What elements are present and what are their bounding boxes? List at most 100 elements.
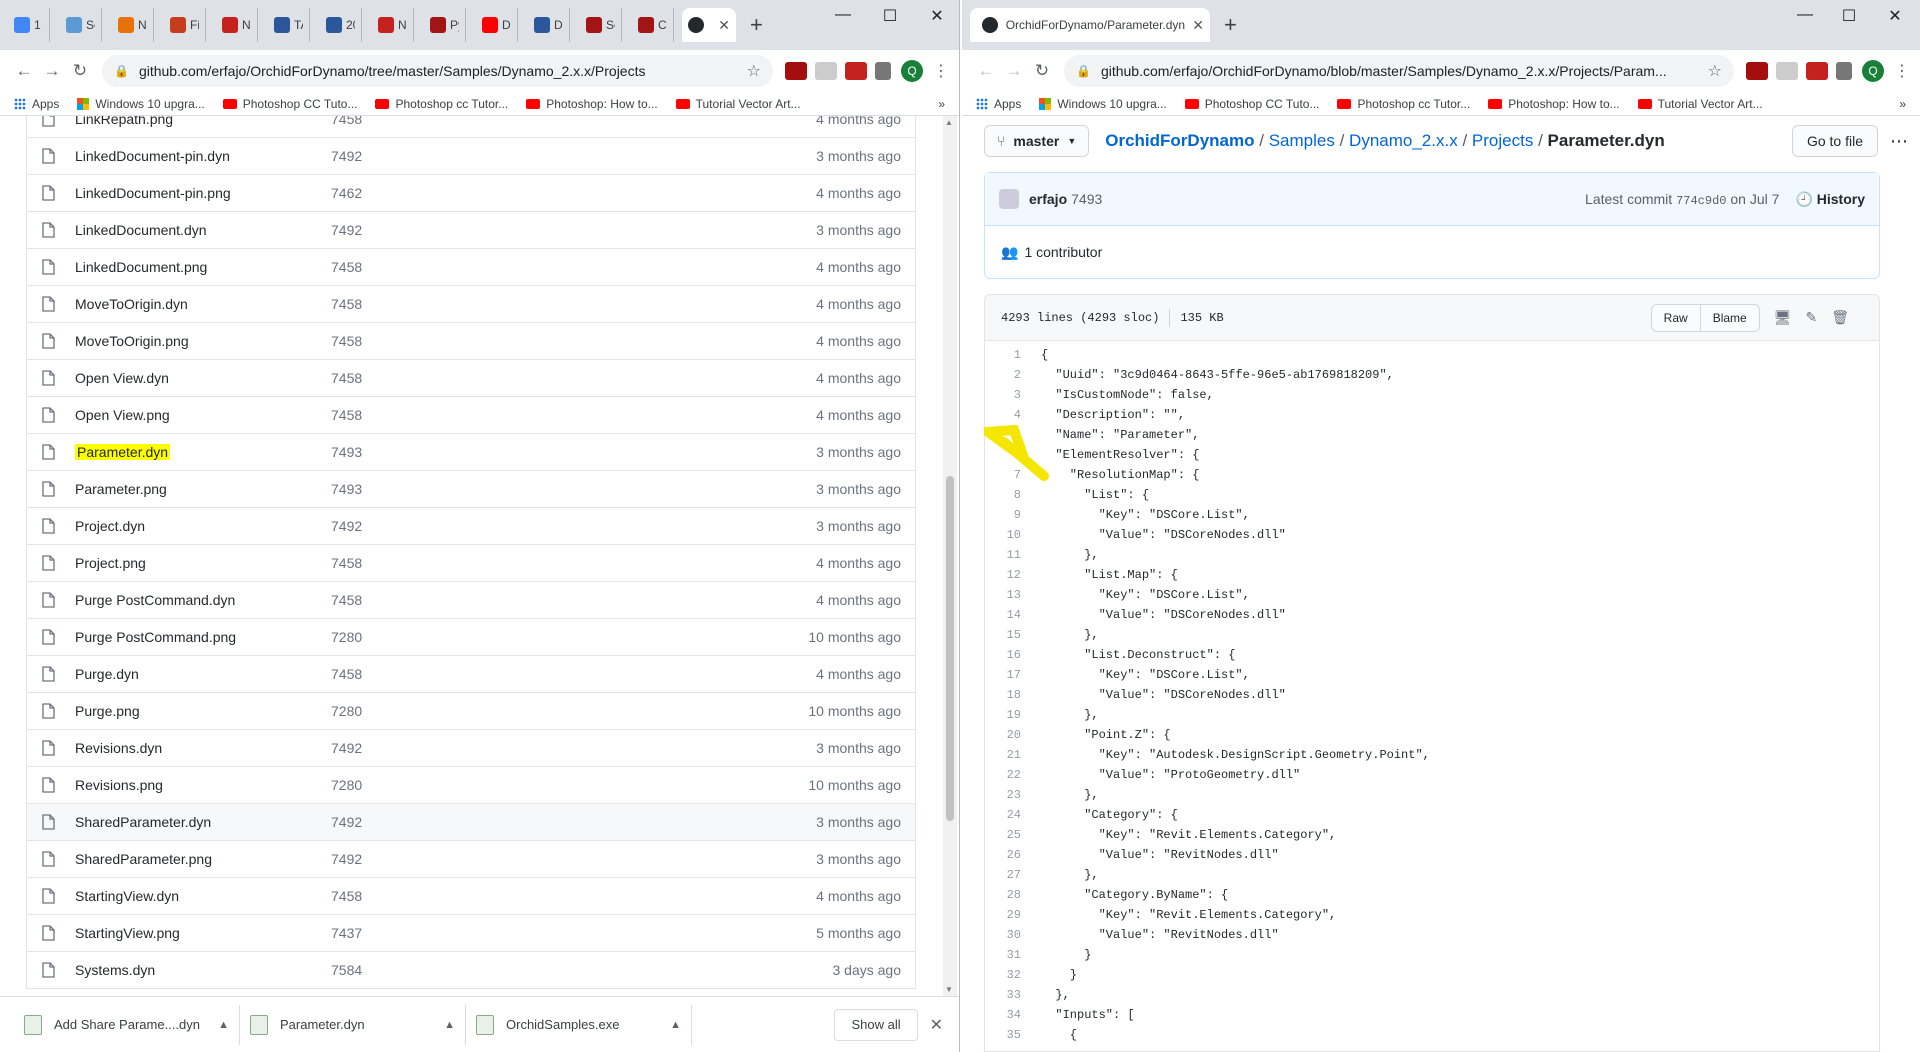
bookmark-5[interactable]: Tutorial Vector Art...: [1637, 97, 1763, 111]
chevron-up-icon[interactable]: ▲: [670, 1019, 681, 1031]
line-number[interactable]: 28: [985, 885, 1035, 905]
file-name-link[interactable]: MoveToOrigin.png: [75, 333, 331, 349]
line-number[interactable]: 9: [985, 505, 1035, 525]
tab-6[interactable]: 20: [320, 8, 362, 42]
bookmark-4[interactable]: Photoshop: How to...: [526, 97, 658, 111]
file-name-link[interactable]: Open View.png: [75, 407, 331, 423]
profile-avatar[interactable]: Q: [1862, 60, 1884, 82]
tab-11[interactable]: Se: [580, 8, 622, 42]
file-name-link[interactable]: Parameter.png: [75, 481, 331, 497]
file-name-link[interactable]: LinkedDocument-pin.png: [75, 185, 331, 201]
file-row[interactable]: LinkedDocument.dyn 7492 3 months ago: [27, 211, 915, 248]
bookmark-4[interactable]: Photoshop: How to...: [1488, 97, 1620, 111]
file-commit-message[interactable]: 7458: [331, 259, 735, 275]
tab-active-github[interactable]: ✕: [682, 8, 736, 42]
bookmark-1[interactable]: Windows 10 upgra...: [77, 97, 205, 111]
bookmark-star-icon[interactable]: ☆: [747, 61, 761, 81]
file-row[interactable]: Open View.png 7458 4 months ago: [27, 396, 915, 433]
file-name-link[interactable]: Revisions.dyn: [75, 740, 331, 756]
line-number[interactable]: 24: [985, 805, 1035, 825]
file-commit-message[interactable]: 7492: [331, 740, 735, 756]
line-number[interactable]: 34: [985, 1005, 1035, 1025]
more-options-icon[interactable]: ⋯: [1890, 131, 1908, 152]
line-number[interactable]: 33: [985, 985, 1035, 1005]
forward-icon[interactable]: →: [1000, 61, 1028, 81]
file-name-link[interactable]: Purge PostCommand.dyn: [75, 592, 331, 608]
extension-pdf-icon[interactable]: [1806, 62, 1828, 80]
tab-9[interactable]: D: [476, 8, 518, 42]
line-number[interactable]: 22: [985, 765, 1035, 785]
line-number[interactable]: 11: [985, 545, 1035, 565]
file-commit-message[interactable]: 7437: [331, 925, 735, 941]
bookmark-3[interactable]: Photoshop cc Tutor...: [1337, 97, 1470, 111]
tab-3[interactable]: Fi: [164, 8, 206, 42]
file-commit-message[interactable]: 7458: [331, 296, 735, 312]
commit-message[interactable]: 7493: [1071, 191, 1102, 207]
maximize-icon[interactable]: ☐: [870, 6, 910, 26]
breadcrumb-link-projects[interactable]: Projects: [1472, 131, 1533, 150]
file-name-link[interactable]: Revisions.png: [75, 777, 331, 793]
line-number[interactable]: 18: [985, 685, 1035, 705]
reload-icon[interactable]: ↻: [66, 61, 94, 81]
maximize-icon[interactable]: ☐: [1829, 6, 1869, 26]
extension-translate-icon[interactable]: [1776, 62, 1798, 80]
file-row[interactable]: LinkedDocument-pin.dyn 7492 3 months ago: [27, 137, 915, 174]
line-number[interactable]: 16: [985, 645, 1035, 665]
line-number[interactable]: 2: [985, 365, 1035, 385]
blame-button[interactable]: Blame: [1700, 303, 1760, 332]
tab-active-github[interactable]: OrchidForDynamo/Parameter.dyn ✕: [970, 8, 1210, 42]
extension-translate-icon[interactable]: [815, 62, 837, 80]
tab-8[interactable]: Py: [424, 8, 466, 42]
page-scrollbar[interactable]: ▲ ▼: [943, 116, 957, 996]
minimize-icon[interactable]: —: [1785, 6, 1825, 24]
line-number[interactable]: 1: [985, 345, 1035, 365]
download-item[interactable]: OrchidSamples.exe ▲: [466, 1004, 692, 1045]
file-name-link[interactable]: Open View.dyn: [75, 370, 331, 386]
file-row[interactable]: Purge PostCommand.dyn 7458 4 months ago: [27, 581, 915, 618]
line-number[interactable]: 7: [985, 465, 1035, 485]
bookmark-2[interactable]: Photoshop CC Tuto...: [1184, 97, 1319, 111]
close-window-icon[interactable]: ✕: [917, 6, 957, 26]
file-row[interactable]: Purge PostCommand.png 7280 10 months ago: [27, 618, 915, 655]
file-commit-message[interactable]: 7280: [331, 777, 735, 793]
file-commit-message[interactable]: 7492: [331, 148, 735, 164]
breadcrumb-link-dynamo[interactable]: Dynamo_2.x.x: [1349, 131, 1458, 150]
line-number[interactable]: 6: [985, 445, 1035, 465]
file-name-link[interactable]: Project.dyn: [75, 518, 331, 534]
file-row[interactable]: Purge.png 7280 10 months ago: [27, 692, 915, 729]
file-commit-message[interactable]: 7458: [331, 888, 735, 904]
close-window-icon[interactable]: ✕: [1875, 6, 1915, 26]
bookmark-star-icon[interactable]: ☆: [1708, 61, 1722, 81]
download-item[interactable]: Parameter.dyn ▲: [240, 1004, 466, 1045]
file-row[interactable]: Project.png 7458 4 months ago: [27, 544, 915, 581]
breadcrumb-repo-link[interactable]: OrchidForDynamo: [1105, 131, 1254, 150]
line-number[interactable]: 8: [985, 485, 1035, 505]
edit-pencil-icon[interactable]: ✎: [1805, 309, 1831, 325]
line-number[interactable]: 10: [985, 525, 1035, 545]
line-number[interactable]: 27: [985, 865, 1035, 885]
browser-menu-icon[interactable]: ⋮: [933, 61, 949, 81]
new-tab-icon[interactable]: +: [750, 12, 763, 38]
file-row[interactable]: Parameter.dyn 7493 3 months ago: [27, 433, 915, 470]
file-row[interactable]: MoveToOrigin.dyn 7458 4 months ago: [27, 285, 915, 322]
file-row[interactable]: Project.dyn 7492 3 months ago: [27, 507, 915, 544]
file-row[interactable]: SharedParameter.dyn 7492 3 months ago: [27, 803, 915, 840]
history-button[interactable]: 🕘 History: [1795, 191, 1865, 208]
file-row[interactable]: LinkedDocument-pin.png 7462 4 months ago: [27, 174, 915, 211]
file-commit-message[interactable]: 7492: [331, 222, 735, 238]
forward-icon[interactable]: →: [38, 61, 66, 81]
extensions-puzzle-icon[interactable]: [875, 62, 891, 80]
extension-ublock-icon[interactable]: [1746, 62, 1768, 80]
scrollbar-thumb[interactable]: [946, 476, 954, 821]
line-number[interactable]: 12: [985, 565, 1035, 585]
tab-1[interactable]: Se: [60, 8, 102, 42]
new-tab-icon[interactable]: +: [1224, 12, 1237, 38]
file-row[interactable]: MoveToOrigin.png 7458 4 months ago: [27, 322, 915, 359]
file-name-link[interactable]: Purge.png: [75, 703, 331, 719]
line-number[interactable]: 5: [985, 425, 1035, 445]
bookmark-0[interactable]: Apps: [976, 97, 1021, 111]
bookmark-2[interactable]: Photoshop CC Tuto...: [222, 97, 357, 111]
file-commit-message[interactable]: 7462: [331, 185, 735, 201]
line-number[interactable]: 32: [985, 965, 1035, 985]
file-name-link[interactable]: Purge PostCommand.png: [75, 629, 331, 645]
